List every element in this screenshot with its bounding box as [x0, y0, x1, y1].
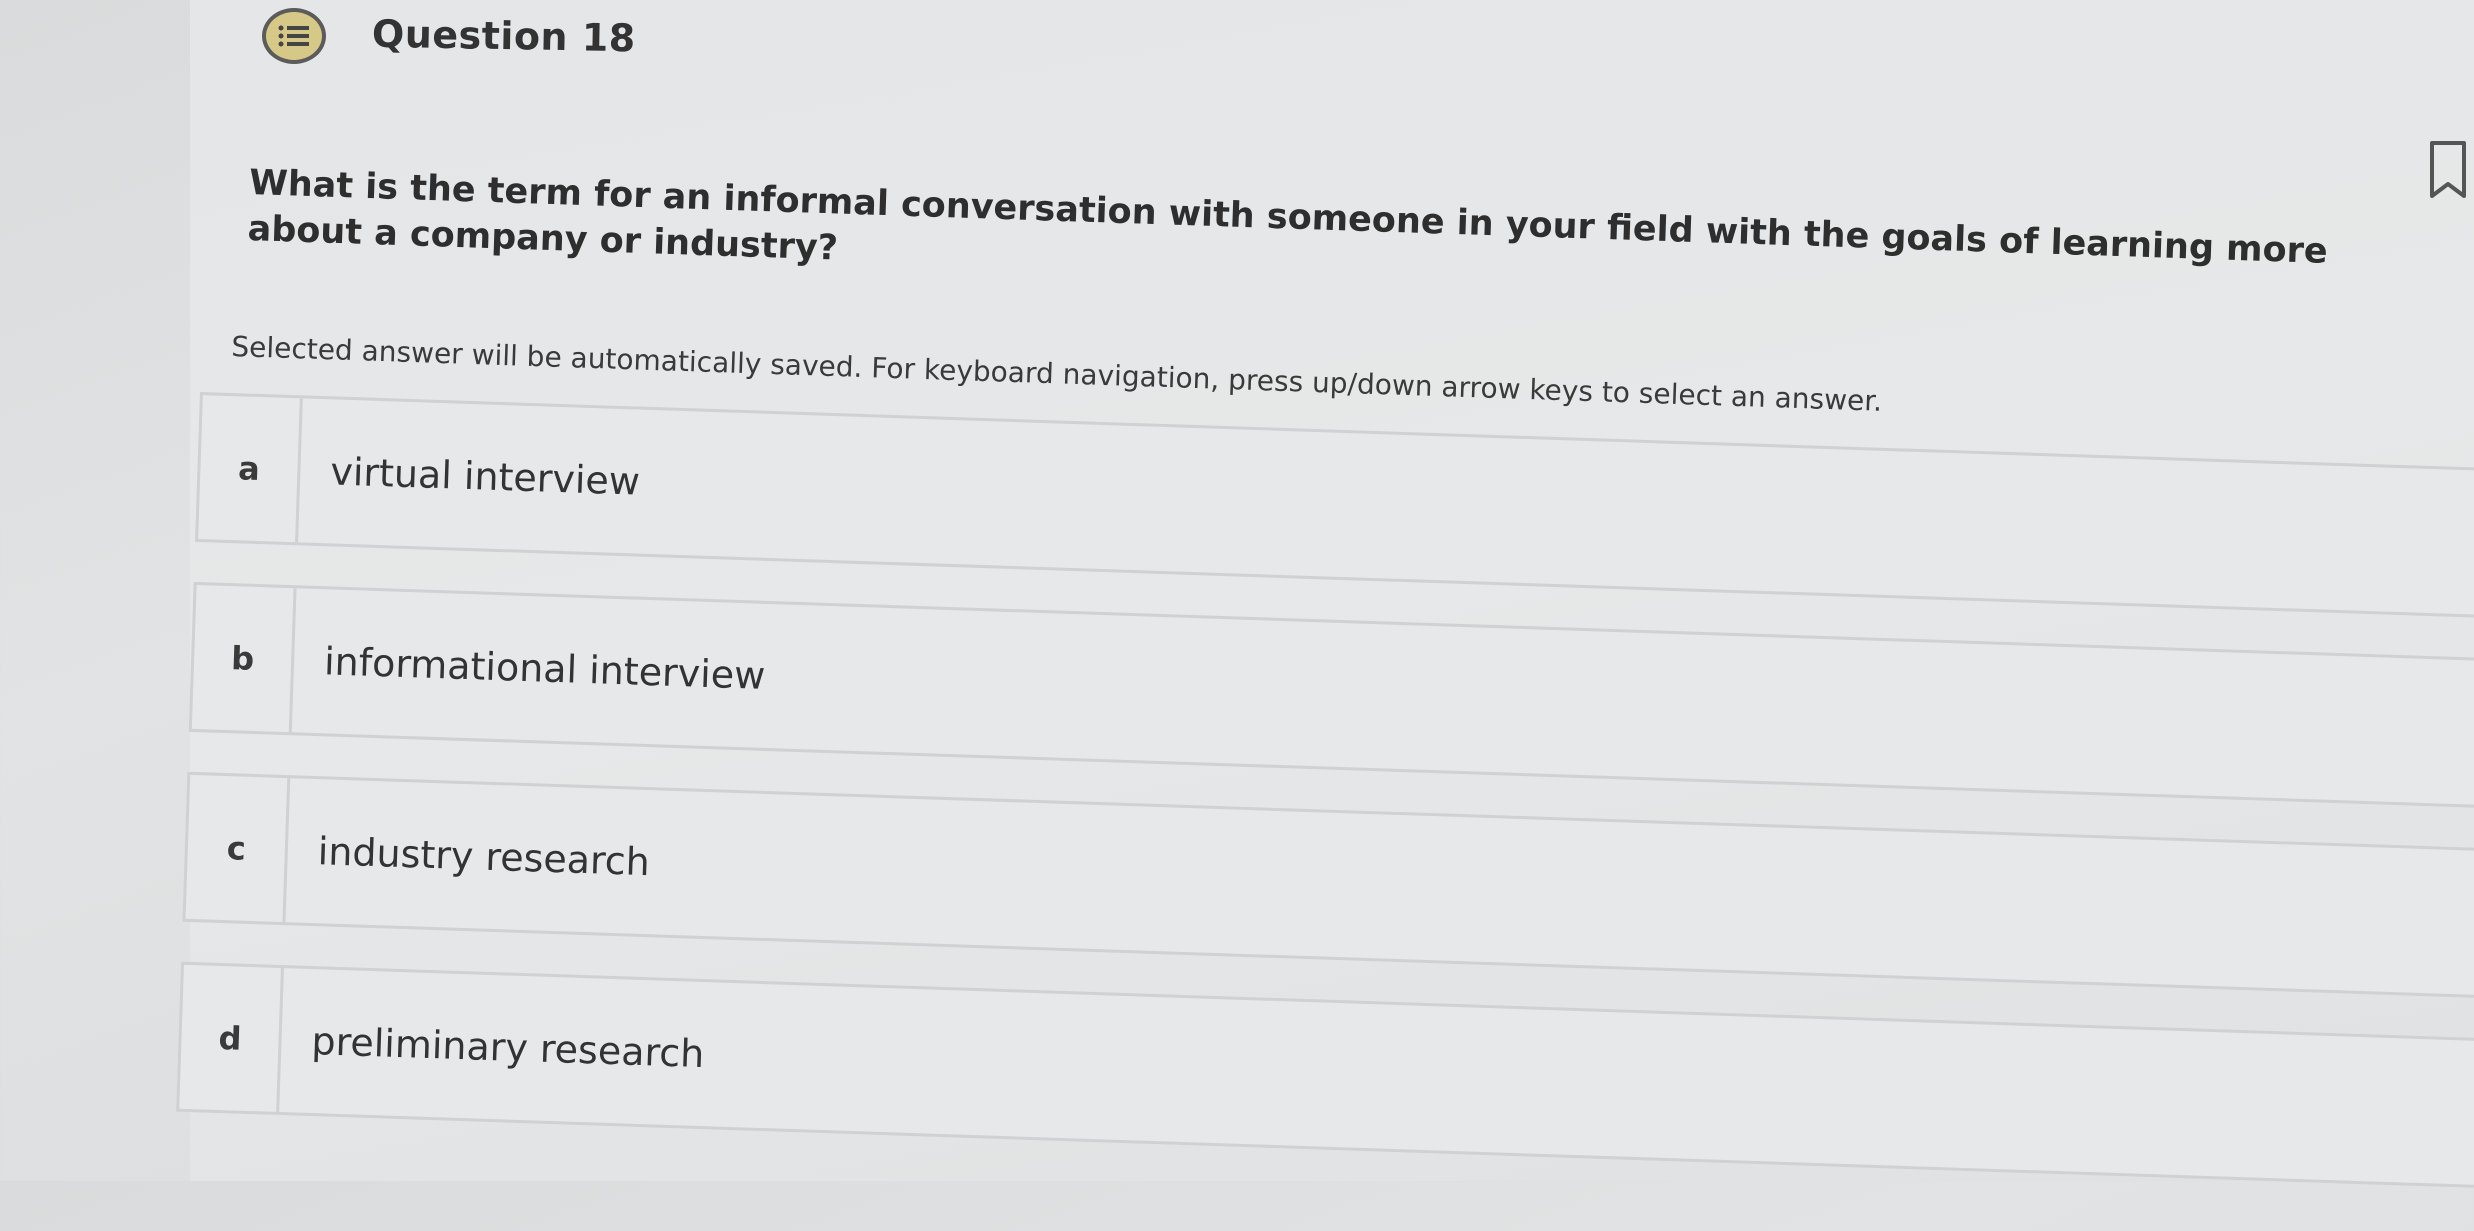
answer-option-c[interactable]: c industry research: [182, 771, 2474, 1002]
answer-option-d[interactable]: d preliminary research: [176, 961, 2474, 1192]
answer-option-b[interactable]: b informational interview: [188, 581, 2474, 812]
option-letter: a: [198, 395, 303, 543]
option-letter: c: [185, 774, 291, 923]
option-letter: b: [191, 584, 297, 733]
question-header: Question 18: [262, 8, 636, 64]
answer-options: a virtual interview b informational inte…: [175, 392, 2474, 1231]
option-label: industry research: [317, 829, 651, 885]
bookmark-icon[interactable]: [2428, 140, 2468, 200]
option-label: virtual interview: [329, 449, 641, 504]
option-label: preliminary research: [310, 1019, 705, 1077]
option-label: informational interview: [323, 639, 766, 698]
option-letter: d: [179, 964, 284, 1113]
list-icon[interactable]: [262, 8, 326, 64]
question-title: Question 18: [371, 11, 637, 61]
